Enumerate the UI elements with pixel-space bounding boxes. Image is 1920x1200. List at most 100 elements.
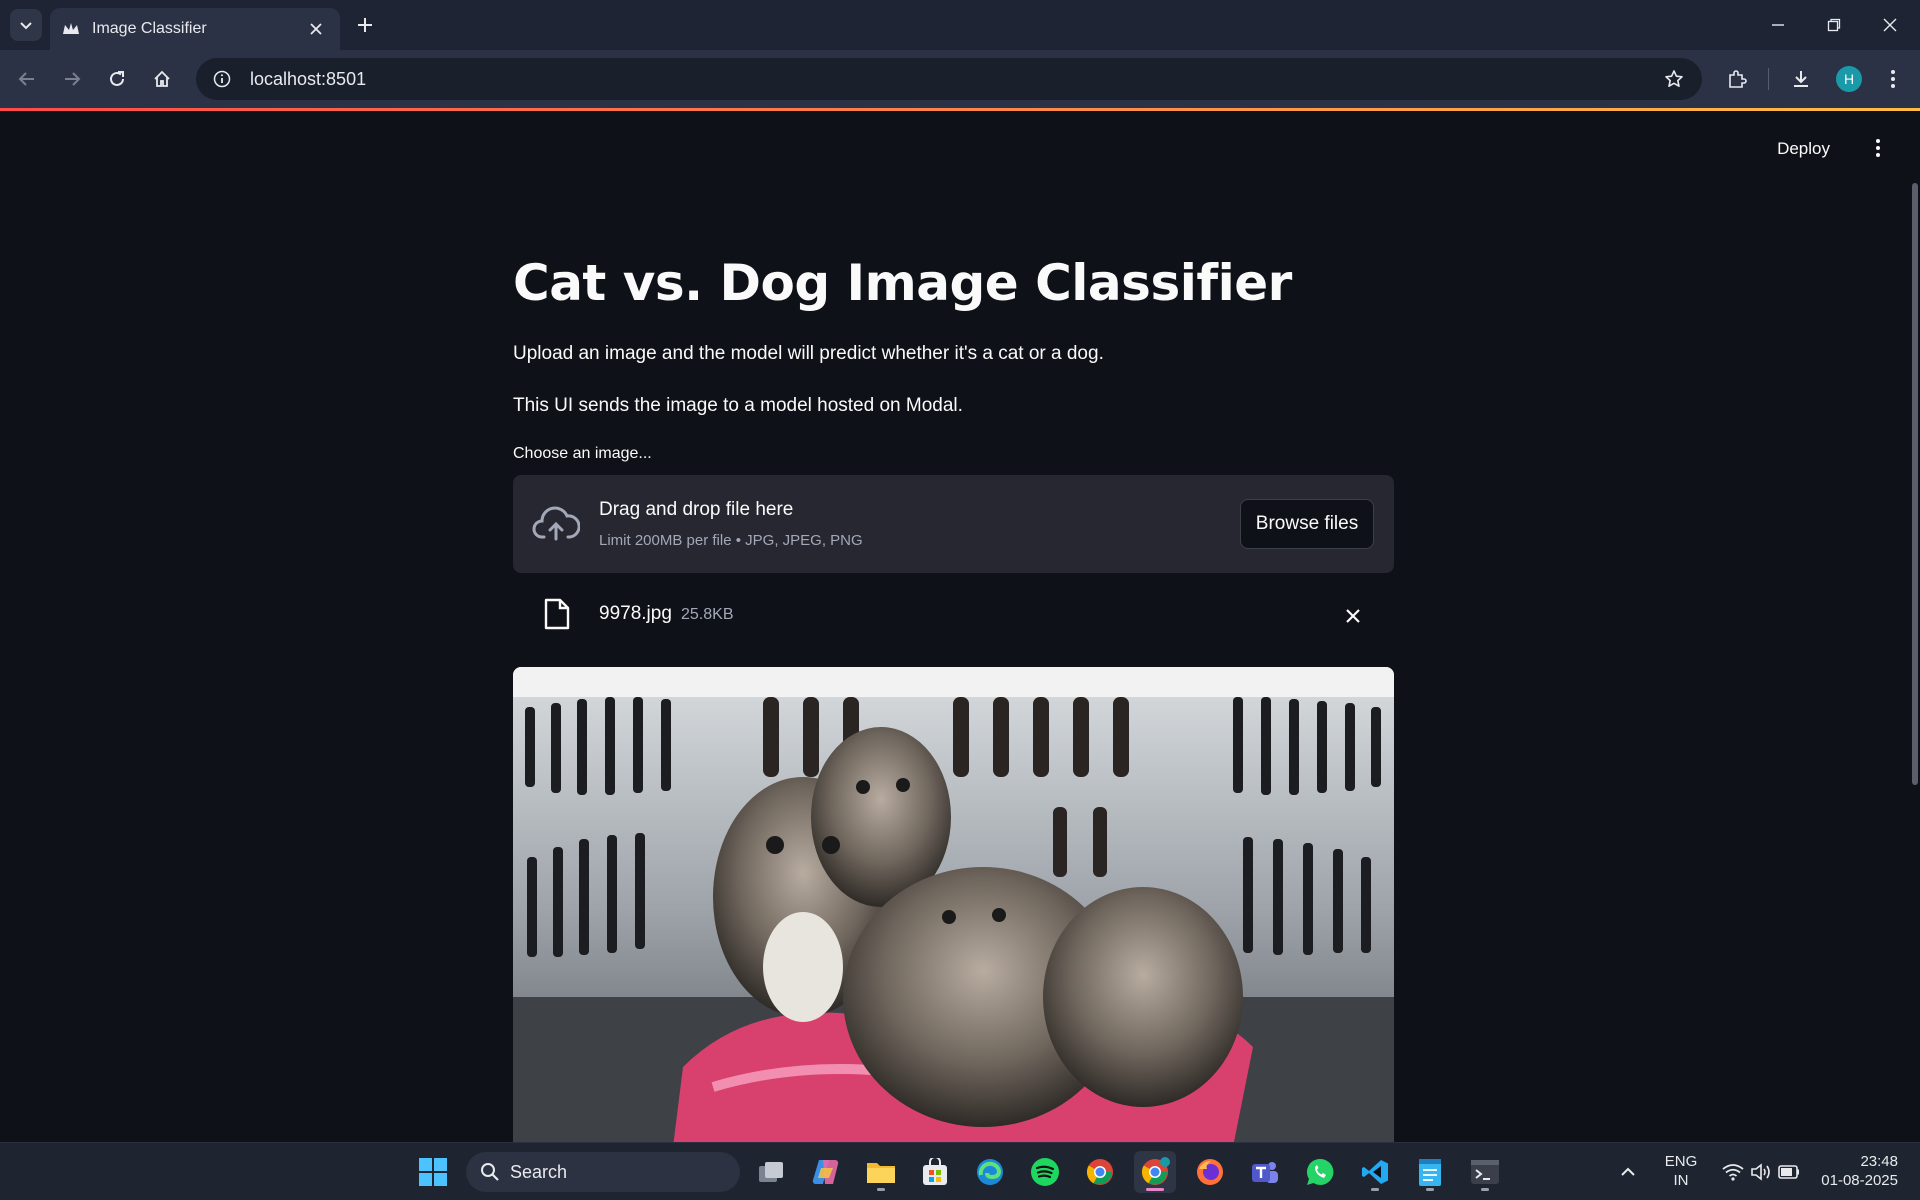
extensions-button[interactable]: [1720, 63, 1754, 95]
terminal-icon: [1471, 1160, 1499, 1184]
reload-button[interactable]: [101, 63, 133, 95]
browser-tab-bar: Image Classifier: [0, 0, 1920, 50]
file-size: 25.8KB: [681, 606, 734, 623]
arrow-left-icon: [18, 72, 34, 86]
profile-avatar[interactable]: H: [1836, 66, 1862, 92]
page-scrollbar[interactable]: [1912, 183, 1918, 785]
main-content: Cat vs. Dog Image Classifier Upload an i…: [513, 251, 1394, 1142]
modal-note-text: This UI sends the image to a model hoste…: [513, 395, 963, 416]
firefox-button[interactable]: [1189, 1151, 1231, 1193]
windows-taskbar: Search ENG IN 23:48 01-08-2025: [0, 1142, 1920, 1200]
streamlit-page: Deploy Cat vs. Dog Image Classifier Uplo…: [0, 111, 1920, 1142]
file-explorer-button[interactable]: [860, 1151, 902, 1193]
chevron-up-icon: [1621, 1167, 1635, 1176]
battery-icon: [1778, 1165, 1799, 1179]
windows-logo-icon: [419, 1158, 447, 1186]
restore-icon: [1827, 18, 1841, 32]
close-tab-icon[interactable]: [304, 17, 328, 41]
cloud-upload-icon: [531, 503, 581, 543]
terminal-button[interactable]: [1464, 1151, 1506, 1193]
volume-icon: [1751, 1163, 1770, 1181]
task-view-button[interactable]: [750, 1151, 792, 1193]
language-indicator[interactable]: ENG IN: [1656, 1152, 1706, 1190]
home-icon: [154, 70, 170, 87]
file-limit-text: Limit 200MB per file • JPG, JPEG, PNG: [599, 532, 863, 549]
toolbar-separator: [1768, 68, 1769, 90]
drag-drop-text: Drag and drop file here: [599, 499, 794, 520]
spotify-button[interactable]: [1024, 1151, 1066, 1193]
notepad-button[interactable]: [1409, 1151, 1451, 1193]
chevron-down-icon: [20, 22, 32, 30]
clock-date: 01-08-2025: [1821, 1172, 1898, 1189]
forward-button[interactable]: [56, 63, 88, 95]
vertical-dots-icon: [1891, 70, 1895, 88]
chrome-icon: [1086, 1159, 1113, 1185]
kittens-photo: [513, 667, 1394, 1142]
back-button[interactable]: [11, 63, 43, 95]
taskbar-search[interactable]: Search: [466, 1152, 740, 1192]
remove-file-icon[interactable]: [1340, 603, 1366, 629]
edge-button[interactable]: [969, 1151, 1011, 1193]
browser-menu-button[interactable]: [1876, 63, 1910, 95]
close-icon: [1883, 18, 1897, 32]
spotify-icon: [1031, 1158, 1059, 1186]
file-dropzone[interactable]: Drag and drop file here Limit 200MB per …: [513, 475, 1394, 573]
app-menu-button[interactable]: [1866, 133, 1890, 163]
vscode-icon: [1362, 1160, 1388, 1184]
close-window-button[interactable]: [1862, 0, 1918, 50]
notepad-icon: [1419, 1159, 1441, 1186]
browser-toolbar: localhost:8501: [0, 50, 1920, 108]
wifi-icon: [1722, 1164, 1744, 1181]
show-hidden-icons-button[interactable]: [1612, 1151, 1644, 1193]
new-tab-button[interactable]: [350, 10, 380, 40]
copilot-icon: [812, 1159, 839, 1184]
deploy-button[interactable]: Deploy: [1767, 133, 1840, 165]
streamlit-crown-icon: [62, 20, 80, 38]
clock-time: 23:48: [1860, 1153, 1898, 1170]
firefox-icon: [1197, 1159, 1223, 1185]
edge-icon: [977, 1159, 1003, 1185]
uploaded-image-preview: [513, 667, 1394, 1142]
download-icon: [1794, 71, 1808, 87]
copilot-button[interactable]: [805, 1151, 847, 1193]
minimize-icon: [1772, 24, 1784, 26]
arrow-right-icon: [65, 72, 81, 86]
uploader-label: Choose an image...: [513, 445, 652, 462]
file-icon: [541, 595, 573, 633]
plus-icon: [358, 18, 372, 32]
description-text: Upload an image and the model will predi…: [513, 343, 1104, 364]
reload-icon: [110, 71, 124, 86]
bookmark-star-icon[interactable]: [1654, 58, 1694, 100]
page-title: Cat vs. Dog Image Classifier: [513, 254, 1292, 312]
uploaded-file-row: 9978.jpg 25.8KB: [513, 593, 1394, 637]
folder-icon: [867, 1163, 895, 1183]
downloads-button[interactable]: [1784, 63, 1818, 95]
whatsapp-icon: [1306, 1158, 1334, 1185]
store-icon: [923, 1158, 947, 1185]
microsoft-store-button[interactable]: [914, 1151, 956, 1193]
vscode-button[interactable]: [1354, 1151, 1396, 1193]
chrome-profile-button[interactable]: [1079, 1151, 1121, 1193]
chrome-active-button[interactable]: [1134, 1151, 1176, 1193]
site-info-icon[interactable]: [202, 58, 242, 100]
home-button[interactable]: [146, 63, 178, 95]
quick-settings-button[interactable]: [1716, 1151, 1806, 1193]
minimize-button[interactable]: [1750, 0, 1806, 50]
puzzle-icon: [1729, 70, 1747, 88]
whatsapp-button[interactable]: [1299, 1151, 1341, 1193]
browse-files-button[interactable]: Browse files: [1240, 499, 1374, 549]
clock[interactable]: 23:48 01-08-2025: [1812, 1152, 1908, 1190]
chrome-icon: [1141, 1157, 1170, 1185]
file-name: 9978.jpg: [599, 603, 672, 624]
address-bar[interactable]: localhost:8501: [196, 58, 1702, 100]
teams-icon: [1252, 1162, 1278, 1183]
task-view-icon: [759, 1162, 783, 1182]
search-label: Search: [510, 1161, 568, 1182]
tab-image-classifier[interactable]: Image Classifier: [50, 8, 340, 50]
restore-button[interactable]: [1806, 0, 1862, 50]
start-button[interactable]: [412, 1151, 454, 1193]
tab-search-button[interactable]: [10, 9, 42, 41]
search-icon: [481, 1163, 499, 1181]
teams-button[interactable]: [1244, 1151, 1286, 1193]
url-text: localhost:8501: [250, 68, 367, 89]
